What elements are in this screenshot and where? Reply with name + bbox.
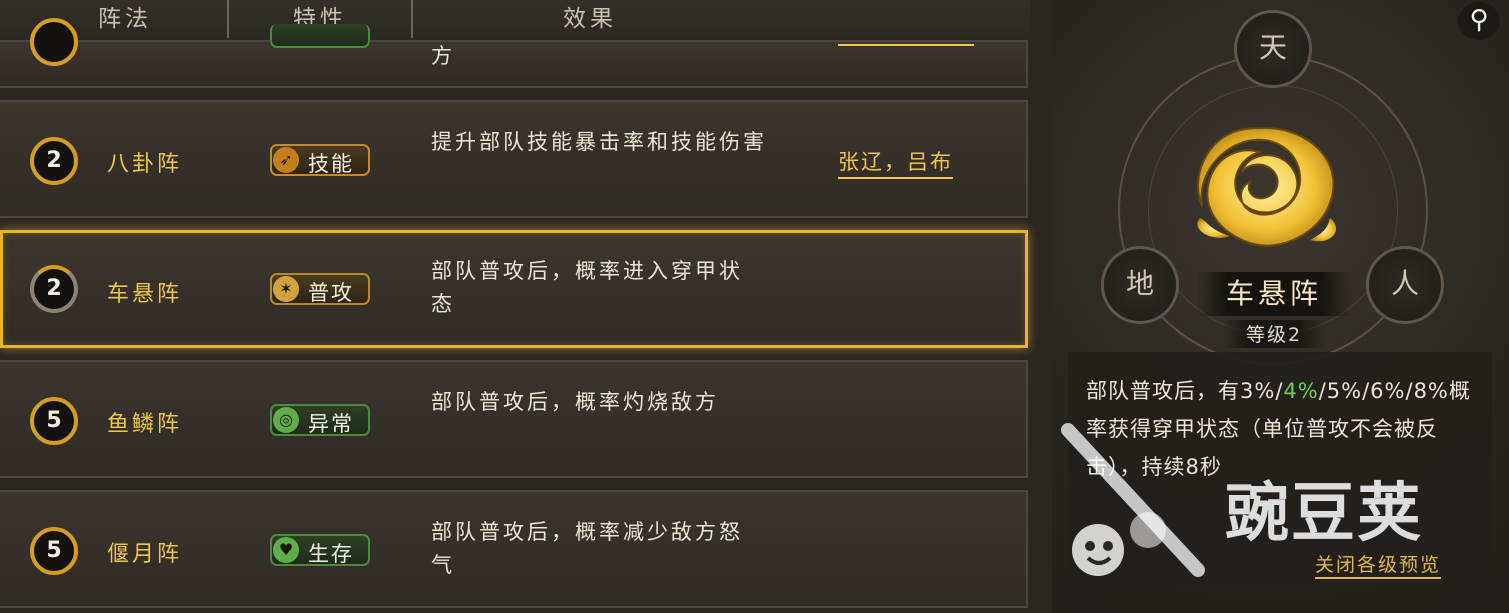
table-row[interactable]: 2 八卦阵 ➶ 技能 提升部队技能暴击率和技能伤害 张辽，吕布 — [0, 100, 1028, 218]
formation-name: 偃月阵 — [107, 542, 183, 567]
level-badge: 2 — [30, 137, 78, 185]
effect-text: 部队普攻后，概率灼烧敌方 — [431, 390, 719, 414]
node-human: 人 — [1366, 246, 1444, 324]
watermark-text: 豌豆荚 — [1225, 477, 1423, 551]
trait-label: 生存 — [308, 542, 354, 566]
node-heaven: 天 — [1234, 10, 1312, 88]
node-earth: 地 — [1101, 246, 1179, 324]
heroes-link[interactable]: 张辽，吕布 — [838, 146, 953, 179]
effect-text: 部队普攻后，概率进入穿甲状态 — [431, 259, 743, 316]
blade-icon: ➶ — [273, 147, 299, 173]
formation-level: 等级2 — [1222, 320, 1326, 348]
level-badge: 2 — [30, 265, 78, 313]
trait-label: 普攻 — [308, 281, 354, 305]
level-badge — [30, 18, 78, 66]
formation-title: 车悬阵 — [1196, 272, 1352, 316]
table-header: 阵法 特性 效果 — [0, 0, 1030, 40]
header-divider — [227, 0, 229, 38]
table-row[interactable]: 5 偃月阵 ♥ 生存 部队普攻后，概率减少敌方怒气 — [0, 490, 1028, 608]
watermark-logo-icon — [1061, 423, 1205, 577]
heroes-underline — [838, 44, 974, 46]
header-effect: 效果 — [563, 6, 617, 32]
table-row-selected[interactable]: 2 车悬阵 ✶ 普攻 部队普攻后，概率进入穿甲状态 — [0, 230, 1028, 348]
level-badge: 5 — [30, 527, 78, 575]
table-row[interactable]: 5 鱼鳞阵 ◎ 异常 部队普攻后，概率灼烧敌方 — [0, 360, 1028, 478]
claw-icon: ✶ — [273, 276, 299, 302]
trait-tag: ➶ 技能 — [270, 144, 370, 176]
heart-icon: ♥ — [273, 537, 299, 563]
level-badge: 5 — [30, 397, 78, 445]
effect-text: 提升部队技能暴击率和技能伤害 — [431, 130, 767, 154]
formation-name: 八卦阵 — [107, 152, 183, 177]
close-level-preview-link[interactable]: 关闭各级预览 — [1315, 550, 1442, 579]
formation-name: 车悬阵 — [107, 282, 183, 307]
trait-tag: ✶ 普攻 — [270, 273, 370, 305]
desc-text: 部队普攻后，有3%/ — [1086, 379, 1284, 403]
header-divider — [411, 0, 413, 38]
trait-tag: ◎ 异常 — [270, 404, 370, 436]
table-row[interactable]: 方 — [0, 18, 1028, 88]
swirl-icon: ◎ — [273, 407, 299, 433]
search-icon[interactable]: ⚲ — [1458, 2, 1500, 40]
whirlwind-emblem-icon — [1197, 126, 1337, 247]
formation-name: 鱼鳞阵 — [107, 412, 183, 437]
effect-text: 方 — [431, 44, 455, 68]
trait-tag: ♥ 生存 — [270, 534, 370, 566]
effect-text: 部队普攻后，概率减少敌方怒气 — [431, 520, 743, 577]
trait-label: 技能 — [308, 152, 354, 176]
trait-tag — [270, 24, 370, 48]
trait-label: 异常 — [308, 412, 354, 436]
header-formation: 阵法 — [98, 6, 152, 32]
desc-highlight: 4% — [1283, 379, 1319, 403]
